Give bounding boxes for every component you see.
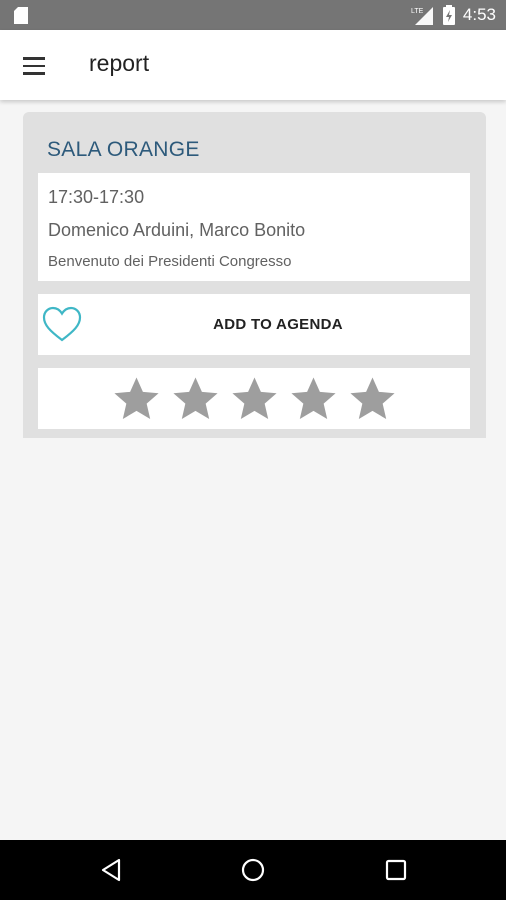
battery-charging-icon <box>442 5 455 25</box>
status-time: 4:53 <box>462 5 496 24</box>
room-title: SALA ORANGE <box>47 138 200 161</box>
back-icon[interactable] <box>96 855 126 885</box>
recents-icon[interactable] <box>381 855 411 885</box>
svg-text:LTE: LTE <box>411 8 424 15</box>
home-icon[interactable] <box>238 855 268 885</box>
sd-card-icon <box>14 7 28 24</box>
session-card: SALA ORANGE 17:30-17:30 Domenico Arduini… <box>23 112 486 438</box>
rating-box <box>38 368 470 429</box>
session-speakers: Domenico Arduini, Marco Bonito <box>48 220 306 240</box>
session-time: 17:30-17:30 <box>48 187 145 207</box>
star-icon-5[interactable] <box>346 372 399 425</box>
status-bar: LTE 4:53 <box>0 0 506 30</box>
star-icon-3[interactable] <box>228 372 281 425</box>
hamburger-menu-icon[interactable] <box>14 46 54 86</box>
page-title: report <box>89 50 150 76</box>
star-icon-2[interactable] <box>169 372 222 425</box>
navigation-bar <box>0 840 506 900</box>
session-description: Benvenuto dei Presidenti Congresso <box>48 253 292 270</box>
add-to-agenda-button[interactable]: ADD TO AGENDA <box>38 294 470 355</box>
lte-signal-icon: LTE <box>411 7 433 25</box>
add-to-agenda-label: ADD TO AGENDA <box>213 316 343 333</box>
session-info-box: 17:30-17:30 Domenico Arduini, Marco Boni… <box>38 173 470 281</box>
star-icon-4[interactable] <box>287 372 340 425</box>
star-rating <box>110 372 399 425</box>
app-bar: report <box>0 30 506 100</box>
star-icon-1[interactable] <box>110 372 163 425</box>
